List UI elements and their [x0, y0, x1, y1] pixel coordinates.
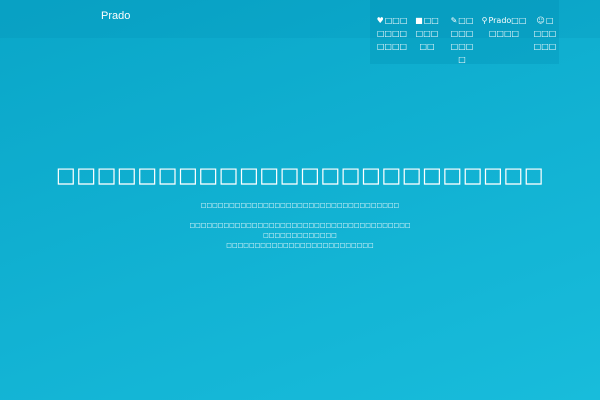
- nav-item-label: Prado□□□□□□: [488, 16, 527, 38]
- hero-description-line: □□□□□□□□□□□□□□□□□□□□□□□□□□□□□□□□□□□□□□□: [189, 222, 411, 229]
- nav-item-3[interactable]: ✎□□□□□□□□□: [448, 14, 476, 66]
- edit-icon: ✎: [450, 16, 458, 25]
- hero-description: □□□□□□□□□□□□□□□□□□□□□□□□□□□□□□□□□□□□□□□ …: [0, 221, 600, 251]
- hero-subtitle: □□□□□□□□□□□□□□□□□□□□□□□□□□□□□□□□□□□: [200, 202, 400, 209]
- hero-section: □□□□□□□□□□□□□□□□□□□□□□□□ □□□□□□□□□□□□□□□…: [0, 160, 600, 251]
- nav-item-4[interactable]: ⚲Prado□□□□□□: [481, 14, 527, 40]
- map-marker-icon: ⚲: [481, 16, 488, 25]
- hero-description-line: □□□□□□□□□□□□□: [263, 232, 337, 239]
- smile-icon: ☺: [536, 16, 545, 25]
- brand-logo[interactable]: Prado: [101, 10, 130, 22]
- heart-icon: ♥: [376, 16, 384, 25]
- nav-menu: ♥□□□□□□□□□□□ ■□□□□□□□ ✎□□□□□□□□□ ⚲Prado□…: [370, 0, 559, 64]
- nav-item-2[interactable]: ■□□□□□□□: [415, 14, 439, 53]
- nav-item-1[interactable]: ♥□□□□□□□□□□□: [375, 14, 409, 53]
- hero-description-line: □□□□□□□□□□□□□□□□□□□□□□□□□□: [226, 242, 374, 249]
- book-icon: ■: [415, 16, 423, 25]
- hero-title: □□□□□□□□□□□□□□□□□□□□□□□□: [55, 163, 545, 187]
- nav-item-5[interactable]: ☺□□□□□□□: [533, 14, 557, 53]
